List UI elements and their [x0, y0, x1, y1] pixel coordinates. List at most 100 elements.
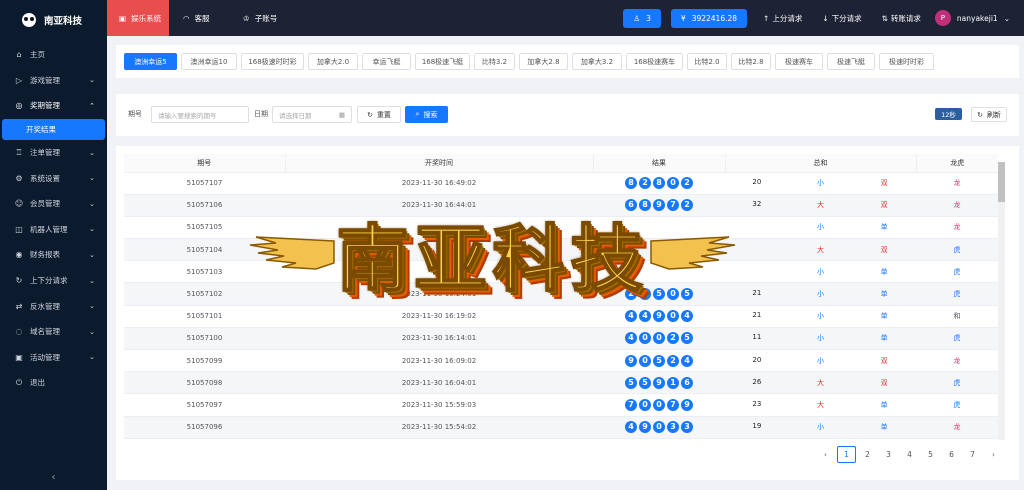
- tab-lottery[interactable]: 168极速时时彩: [241, 53, 304, 70]
- sidebar-item-domain[interactable]: ◌ 域名管理 ⌄: [0, 319, 107, 345]
- table-scrollbar[interactable]: [998, 162, 1005, 440]
- sidebar-item-label: 注单管理: [30, 148, 60, 158]
- chevron-down-icon: ⌄: [89, 276, 95, 285]
- transfer-request-link[interactable]: ⇅ 转账请求: [882, 13, 921, 24]
- sidebar-item-logout[interactable]: ⏻ 退出: [0, 370, 107, 396]
- tab-lottery[interactable]: 比特2.8: [731, 53, 771, 70]
- page-button[interactable]: 4: [900, 446, 919, 463]
- tab-lottery[interactable]: 加拿大2.8: [519, 53, 568, 70]
- action-label: 下分请求: [831, 13, 862, 23]
- sidebar-item-home[interactable]: ⌂ 主页: [0, 42, 107, 68]
- sum-value: 19: [752, 422, 762, 431]
- result-ball: 9: [653, 310, 665, 323]
- date-label: 日期: [254, 110, 268, 118]
- chevron-down-icon: ⌄: [89, 353, 95, 362]
- sidebar-item-label: 游戏管理: [30, 75, 60, 85]
- dragon-tiger-cell: 虎: [916, 238, 998, 262]
- search-button[interactable]: ⌕ 搜索: [405, 106, 448, 123]
- sidebar-item-label: 反水管理: [30, 301, 60, 311]
- sidebar-subitem-results[interactable]: 开奖结果: [2, 118, 105, 140]
- sidebar-item-events[interactable]: ▣ 活动管理 ⌄: [0, 345, 107, 371]
- sidebar-collapse-button[interactable]: ‹: [0, 464, 107, 490]
- online-users-button[interactable]: ♙ 3: [623, 8, 661, 28]
- tab-lottery[interactable]: 幸运飞艇: [362, 53, 411, 70]
- sidebar-item-finance[interactable]: ◉ 财务报表 ⌄: [0, 242, 107, 268]
- arrow-up-icon: ↑: [763, 13, 770, 23]
- tab-lottery[interactable]: 168极速飞艇: [415, 53, 470, 70]
- period-cell: 51057101: [124, 305, 285, 328]
- tab-lottery[interactable]: 比特3.2: [474, 53, 515, 70]
- prev-page-button[interactable]: ‹: [816, 446, 835, 463]
- user-icon: ☺: [14, 199, 24, 209]
- tab-lottery[interactable]: 极速飞艇: [827, 53, 875, 70]
- award-icon: ◎: [15, 101, 23, 111]
- page-button[interactable]: 1: [837, 446, 856, 463]
- sidebar-item-members[interactable]: ☺ 会员管理 ⌄: [0, 191, 107, 217]
- settings-icon: ⚙: [15, 173, 23, 183]
- tab-lottery[interactable]: 加拿大2.0: [308, 53, 358, 70]
- sidebar-item-game[interactable]: ▷ 游戏管理 ⌄: [0, 68, 107, 94]
- page-button[interactable]: 5: [921, 446, 940, 463]
- balance-button[interactable]: ¥3922416.28: [670, 8, 748, 28]
- sidebar-item-rebate[interactable]: ⇄ 反水管理 ⌄: [0, 293, 107, 319]
- balance-value: 3922416.28: [691, 13, 738, 23]
- period-cell: 51057097: [124, 393, 285, 417]
- sidebar-item-label: 上下分请求: [30, 276, 68, 286]
- sidebar-item-robots[interactable]: ◫ 机器人管理 ⌄: [0, 217, 107, 243]
- brand-logo[interactable]: 南亚科技: [0, 0, 107, 40]
- result-ball: 7: [667, 398, 679, 411]
- withdraw-request-link[interactable]: ↓ 下分请求: [822, 13, 861, 24]
- results-table-panel: 期号 开奖时间 结果 总和 龙虎 51057107 2023-11-30 16:4…: [116, 146, 1019, 480]
- updown-icon: ↻: [15, 276, 23, 286]
- page-button[interactable]: 6: [942, 446, 961, 463]
- result-ball: 0: [639, 354, 651, 367]
- result-ball: 0: [653, 421, 665, 434]
- tab-lottery[interactable]: 极速时时彩: [879, 53, 934, 70]
- reset-button[interactable]: ↻ 重置: [357, 106, 401, 123]
- date-picker-input[interactable]: 请选择日期 ▦: [272, 106, 352, 123]
- scrollbar-thumb[interactable]: [998, 162, 1005, 202]
- tab-lottery[interactable]: 澳洲幸运10: [181, 53, 237, 70]
- deposit-request-link[interactable]: ↑ 上分请求: [763, 13, 802, 24]
- user-menu[interactable]: Pnanyakeji1 ⌄: [934, 10, 1010, 26]
- page-button[interactable]: 7: [963, 446, 982, 463]
- tab-lottery[interactable]: 加拿大3.2: [572, 53, 622, 70]
- right-wing-icon: [649, 235, 735, 270]
- sidebar-item-settings[interactable]: ⚙ 系统设置 ⌄: [0, 165, 107, 191]
- sidebar-item-updown[interactable]: ↻ 上下分请求 ⌄: [0, 268, 107, 294]
- sidebar-item-bets[interactable]: ♖ 注单管理 ⌄: [0, 140, 107, 166]
- time-cell: 2023-11-30 15:54:02: [285, 416, 593, 439]
- period-cell: 51057096: [124, 416, 285, 439]
- brand-watermark: 南亚科技: [220, 205, 765, 302]
- sum-group-cell: 20 小 双: [725, 172, 916, 195]
- action-label: 上分请求: [772, 13, 803, 23]
- chevron-down-icon: ⌄: [89, 302, 95, 311]
- nav-entertainment[interactable]: ▣ 娱乐系统: [107, 0, 169, 36]
- nav-support[interactable]: ◠ 客服: [169, 0, 227, 36]
- nav-subaccount[interactable]: ♔ 子账号: [227, 0, 293, 36]
- table-row: 51057096 2023-11-30 15:54:02 4 9 0 3 3 19 小单龙: [124, 416, 998, 439]
- sidebar-item-label: 奖期管理: [30, 101, 60, 111]
- result-ball: 0: [667, 310, 679, 323]
- size-value: 小: [817, 290, 824, 299]
- chevron-down-icon: ⌄: [89, 199, 95, 208]
- page-button[interactable]: 2: [858, 446, 877, 463]
- sidebar-item-award[interactable]: ◎ 奖期管理 ⌃: [0, 93, 107, 119]
- tab-lottery[interactable]: 比特2.0: [687, 53, 727, 70]
- page-button[interactable]: 3: [879, 446, 898, 463]
- button-label: 刷新: [986, 110, 1001, 119]
- refresh-button[interactable]: ↻ 刷新: [971, 107, 1007, 122]
- size-value: 小: [817, 334, 824, 343]
- tab-lottery[interactable]: 极速赛车: [775, 53, 823, 70]
- period-search-input[interactable]: 请输入要搜索的期号: [151, 106, 249, 123]
- sidebar-item-label: 机器人管理: [30, 224, 68, 234]
- tab-lottery[interactable]: 168极速赛车: [626, 53, 683, 70]
- chevron-down-icon: ⌄: [89, 225, 95, 234]
- result-ball: 6: [681, 376, 693, 389]
- next-page-button[interactable]: ›: [984, 446, 1003, 463]
- table-row: 51057100 2023-11-30 16:14:01 4 0 0 2 5 11 小单虎: [124, 327, 998, 351]
- size-value: 大: [817, 400, 824, 409]
- size-value: 小: [817, 423, 824, 432]
- tab-lottery[interactable]: 澳洲幸运5: [124, 53, 177, 70]
- sum-group-cell: 26 大 双: [725, 371, 916, 395]
